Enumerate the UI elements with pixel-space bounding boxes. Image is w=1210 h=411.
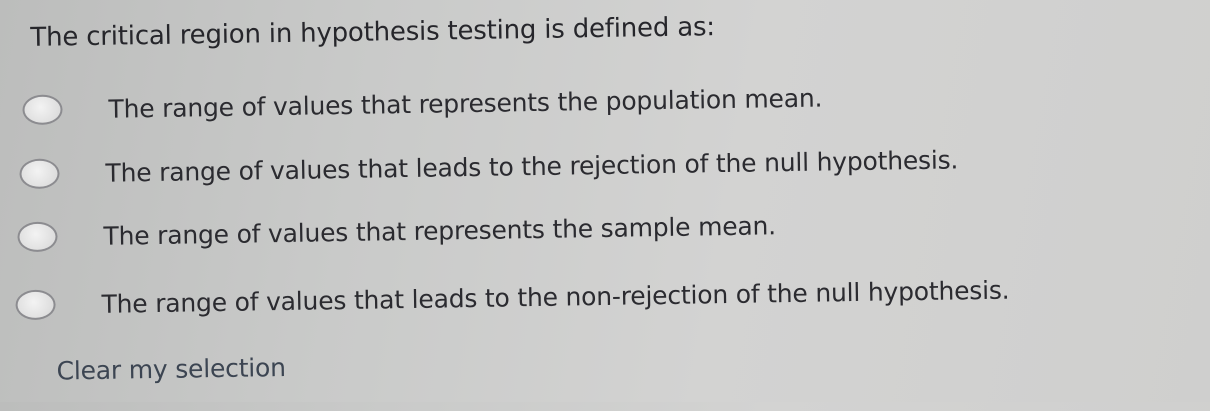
quiz-question-panel: The critical region in hypothesis testin… [0,0,1210,411]
question-text: The critical region in hypothesis testin… [30,12,716,53]
clear-selection-link[interactable]: Clear my selection [56,353,286,386]
answer-option-3[interactable]: The range of values that represents the … [17,210,776,253]
answer-option-label[interactable]: The range of values that leads to the re… [105,145,958,187]
radio-button-3[interactable] [17,221,58,253]
answer-option-4[interactable]: The range of values that leads to the no… [15,275,1010,321]
radio-button-1[interactable] [22,94,63,126]
answer-option-label[interactable]: The range of values that represents the … [103,211,776,251]
radio-button-4[interactable] [15,289,56,321]
answer-option-2[interactable]: The range of values that leads to the re… [19,144,958,190]
answer-option-1[interactable]: The range of values that represents the … [22,82,822,126]
radio-button-2[interactable] [19,158,60,190]
answer-option-label[interactable]: The range of values that leads to the no… [101,275,1009,318]
answer-option-label[interactable]: The range of values that represents the … [108,83,822,123]
